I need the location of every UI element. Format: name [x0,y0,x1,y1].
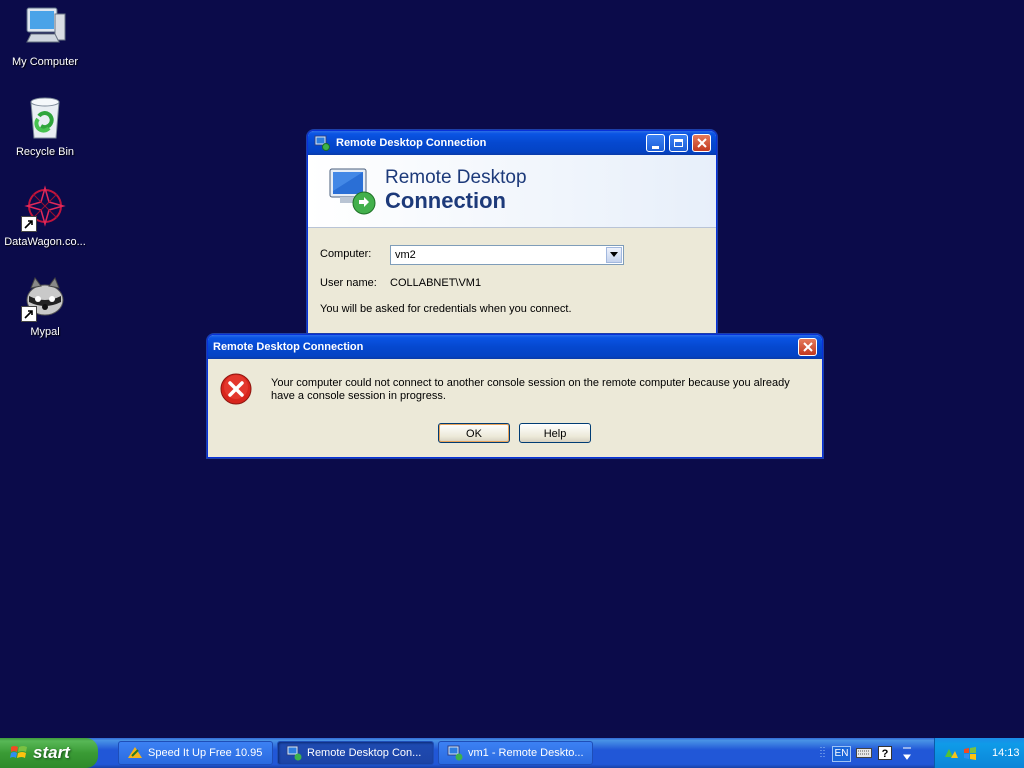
close-icon [802,342,813,352]
minimize-button[interactable] [646,134,665,152]
computer-label: Computer: [320,248,372,260]
remote-desktop-window: Remote Desktop Connection Remote Desktop… [307,130,717,337]
windows-update-icon[interactable] [962,745,978,761]
maximize-icon [674,139,683,147]
taskbar-item-label: vm1 - Remote Deskto... [468,747,584,759]
datawagon-icon [21,184,69,232]
keyboard-icon[interactable] [856,748,872,758]
username-value: COLLABNET\VM1 [390,277,482,289]
error-dialog: Remote Desktop Connection Your computer … [207,334,823,458]
language-indicator[interactable]: EN [832,746,851,762]
credentials-note: You will be asked for credentials when y… [320,303,572,315]
window-title-bar[interactable]: Remote Desktop Connection [308,131,716,155]
svg-text:?: ? [882,748,889,760]
help-button[interactable]: Help [519,423,591,443]
taskbar-item-label: Remote Desktop Con... [307,747,422,759]
dialog-body: Your computer could not connect to anoth… [208,359,822,455]
dropdown-button[interactable] [606,247,622,263]
dialog-title-bar[interactable]: Remote Desktop Connection [208,335,822,359]
shortcut-arrow-icon [21,216,37,232]
remote-desktop-icon [286,745,302,761]
remote-desktop-icon [314,135,330,151]
recycle-bin-icon [21,94,69,142]
desktop-icon-label: Recycle Bin [15,146,75,158]
desktop-icon-label: My Computer [11,56,79,68]
help-icon[interactable]: ? [878,746,892,760]
window-title: Remote Desktop Connection [336,137,487,149]
start-label: start [33,743,70,762]
minimize-icon [652,145,659,149]
dialog-close-button[interactable] [798,338,817,356]
close-button[interactable] [692,134,711,152]
remote-desktop-icon [447,745,463,761]
chevron-down-icon [610,252,618,257]
taskbar-item-label: Speed It Up Free 10.95 [148,747,263,759]
banner-title-line2: Connection [385,188,506,213]
windows-logo-icon [10,746,27,758]
rdp-banner: Remote Desktop Connection [308,155,716,228]
computer-combobox[interactable]: vm2 [390,245,624,265]
username-label: User name: [320,277,377,289]
speed-it-up-icon [128,747,142,758]
language-options-icon[interactable] [902,745,912,761]
banner-title-line1: Remote Desktop [385,167,527,188]
mypal-icon [21,274,69,322]
desktop-icon-datawagon[interactable]: DataWagon.co... [0,184,90,248]
dialog-title: Remote Desktop Connection [213,341,364,353]
taskbar-item-speed-it-up[interactable]: Speed It Up Free 10.95 [118,741,273,765]
desktop-icon-mypal[interactable]: Mypal [0,274,90,338]
taskbar-item-vm1[interactable]: vm1 - Remote Deskto... [438,741,593,765]
language-bar[interactable]: EN ? [820,738,932,768]
taskbar: start Speed It Up Free 10.95 Remote Desk… [0,738,1024,768]
taskbar-item-remote-desktop[interactable]: Remote Desktop Con... [277,741,434,765]
desktop-icon-recycle-bin[interactable]: Recycle Bin [0,94,90,158]
desktop-icon-my-computer[interactable]: My Computer [0,4,90,68]
shortcut-arrow-icon [21,306,37,322]
desktop-icon-label: Mypal [30,326,60,338]
my-computer-icon [21,4,69,52]
desktop-icon-label: DataWagon.co... [4,236,86,248]
error-message: Your computer could not connect to anoth… [271,377,790,402]
start-button[interactable]: start [0,738,98,768]
maximize-button[interactable] [669,134,688,152]
language-bar-grip-icon [820,747,825,759]
computer-value: vm2 [395,249,416,261]
close-icon [696,138,707,148]
rdp-form: Computer: vm2 User name: COLLABNET\VM1 Y… [308,228,716,336]
ok-button[interactable]: OK [438,423,510,443]
clock[interactable]: 14:13 [992,747,1020,759]
error-icon [220,373,252,405]
network-icon[interactable] [943,745,959,761]
remote-desktop-logo-icon [329,168,376,215]
system-tray: 14:13 [934,738,1024,768]
